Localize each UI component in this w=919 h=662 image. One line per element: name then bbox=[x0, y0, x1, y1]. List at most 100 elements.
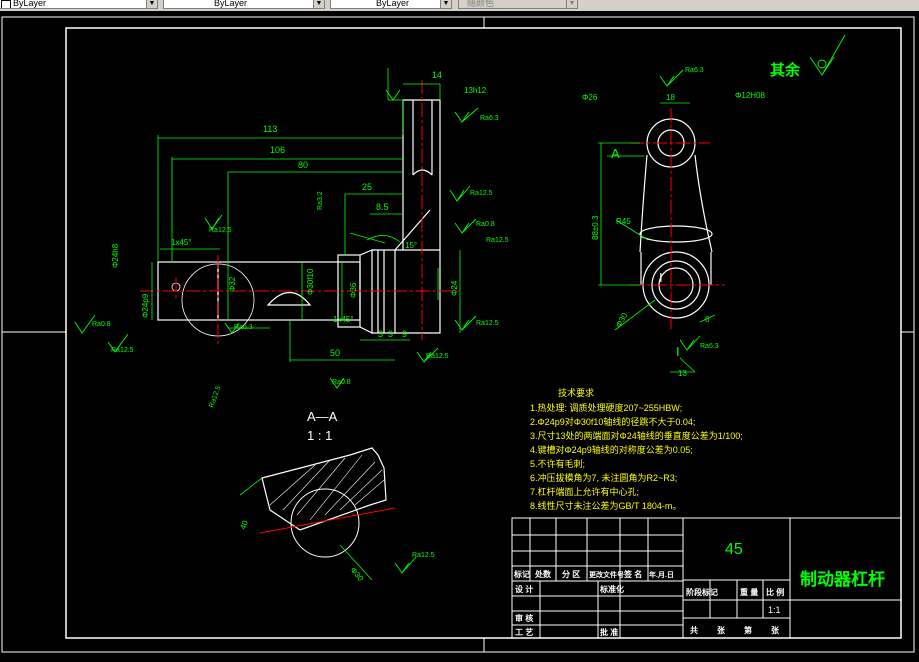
tech-note-8: 8.线性尺寸未注公差为GB/T 1804-m。 bbox=[530, 500, 681, 511]
roughness-other-label: 其余 bbox=[770, 61, 801, 79]
layer-dropdown-value: ByLayer bbox=[13, 0, 47, 8]
dim-88: 88±0.3 bbox=[591, 215, 600, 240]
dim-1x45-b: 1x45° bbox=[333, 315, 354, 324]
dim-106: 106 bbox=[270, 145, 285, 155]
header-stage: 阶段标记 bbox=[686, 587, 718, 597]
dim-phi12h08: Φ12H08 bbox=[735, 91, 766, 100]
dim-3b: 3 bbox=[388, 329, 393, 339]
dim-15-deg: 15° bbox=[405, 241, 417, 250]
section-a-a: A—A 1 : 1 40 Φ30 bbox=[238, 409, 396, 583]
drawing-canvas[interactable]: 113 106 80 25 8.5 14 13h12 50 3 3 9 1x45… bbox=[0, 11, 919, 657]
tech-notes: 技术要求 1.热处理: 调质处理硬度207~255HBW; 2.Φ24p9对Φ3… bbox=[530, 387, 743, 511]
tech-note-1: 1.热处理: 调质处理硬度207~255HBW; bbox=[530, 402, 682, 413]
plotstyle-dropdown[interactable]: 随颜色 ▼ bbox=[458, 0, 578, 9]
dim-phi32: Φ32 bbox=[228, 276, 237, 292]
chevron-down-icon[interactable]: ▼ bbox=[146, 0, 157, 8]
dim-80: 80 bbox=[298, 160, 308, 170]
tech-note-6: 6.冲压拔模角为7, 未注圆角为R2~R3; bbox=[530, 472, 677, 483]
ra-6-3-c: Ra6.3 bbox=[685, 67, 704, 74]
header-weight: 重 量 bbox=[740, 587, 758, 597]
linetype-dropdown-value: ByLayer bbox=[214, 0, 248, 8]
part-name: 制动器杠杆 bbox=[800, 569, 885, 589]
dim-25: 25 bbox=[362, 182, 372, 192]
dim-section-40: 40 bbox=[238, 519, 250, 531]
layer-dropdown[interactable]: ByLayer ▼ bbox=[0, 0, 158, 9]
header-docno: 更改文件号 bbox=[589, 570, 624, 579]
header-zone: 分 区 bbox=[562, 569, 580, 579]
centering-marks bbox=[2, 17, 914, 652]
tech-note-7: 7.杠杆端面上允许有中心孔; bbox=[530, 486, 639, 497]
ra-12-5-c: Ra12.5 bbox=[470, 190, 493, 197]
footer-sheet: 张 bbox=[771, 626, 780, 635]
dim-50: 50 bbox=[330, 348, 340, 358]
front-view: 113 106 80 25 8.5 14 13h12 50 3 3 9 1x45… bbox=[111, 68, 487, 362]
lineweight-dropdown[interactable]: ByLayer ▼ bbox=[330, 0, 452, 9]
dim-phi30: Φ30 bbox=[614, 311, 630, 329]
dim-phi24p9: Φ24p9 bbox=[141, 293, 150, 318]
ra-6-3-d: Ra6.3 bbox=[700, 343, 719, 350]
tech-note-3: 3.尺寸13处的两端面对Φ24轴线的垂直度公差为1/100; bbox=[530, 430, 743, 441]
ra-0-8-b: Ra0.8 bbox=[476, 221, 495, 228]
plotstyle-dropdown-value: 随颜色 bbox=[467, 0, 495, 8]
ra-3-2: Ra3.2 bbox=[317, 191, 324, 210]
header-date: 年.月.日 bbox=[649, 570, 674, 579]
chevron-down-icon[interactable]: ▼ bbox=[440, 0, 451, 8]
scale-value: 1:1 bbox=[768, 605, 781, 615]
chevron-down-icon[interactable]: ▼ bbox=[313, 0, 324, 8]
dim-13h12: 13h12 bbox=[464, 86, 487, 95]
footer-sheets: 张 bbox=[717, 626, 726, 635]
ra-0-8-a: Ra0.8 bbox=[92, 321, 111, 328]
ra-12-5-a: Ra12.5 bbox=[111, 347, 134, 354]
header-std: 标准化 bbox=[599, 584, 624, 594]
header-count: 处数 bbox=[534, 569, 552, 579]
outer-frame bbox=[1, 16, 915, 653]
footer-total: 共 bbox=[690, 625, 698, 635]
header-approve: 批 准 bbox=[600, 627, 618, 637]
header-process: 工 艺 bbox=[515, 627, 533, 637]
header-sign: 签 名 bbox=[623, 569, 642, 579]
ra-12-5-g: Ra12.5 bbox=[412, 552, 435, 559]
header-marking: 标记 bbox=[513, 569, 530, 579]
side-view: 18 Φ26 Φ12H08 88±0.3 R45 6 13 Φ30 A I I bbox=[582, 91, 766, 378]
ra-12-5-e: Ra12.5 bbox=[476, 320, 499, 327]
cad-drawing: 113 106 80 25 8.5 14 13h12 50 3 3 9 1x45… bbox=[1, 16, 915, 653]
dim-13: 13 bbox=[678, 369, 687, 378]
tech-note-2: 2.Φ24p9对Φ30f10轴线的径跳不大于0.04; bbox=[530, 416, 695, 427]
chevron-down-icon[interactable]: ▼ bbox=[566, 0, 577, 8]
header-design: 设 计 bbox=[515, 584, 533, 594]
ra-12-5-h: Ra12.5 bbox=[208, 385, 222, 409]
color-swatch-icon bbox=[1, 0, 11, 8]
dim-phi26: Φ26 bbox=[582, 93, 598, 102]
view-marker-a: A bbox=[611, 146, 620, 161]
section-label: A—A bbox=[307, 409, 338, 424]
ra-6-3-b: Ra6.3 bbox=[480, 115, 499, 122]
tech-note-4: 4.键槽对Φ24p9轴线的对称度公差为0.05; bbox=[530, 444, 693, 455]
dim-8-5: 8.5 bbox=[376, 202, 389, 212]
dim-6: 6 bbox=[705, 315, 710, 324]
ra-12-5-d: Ra12.5 bbox=[486, 237, 509, 244]
footer-page: 第 bbox=[744, 625, 752, 635]
dim-18: 18 bbox=[666, 93, 675, 102]
view-marker-i-arrow: I bbox=[676, 344, 680, 359]
section-scale: 1 : 1 bbox=[307, 428, 332, 443]
ra-12-5-f: Ra12.5 bbox=[426, 353, 449, 360]
lineweight-dropdown-value: ByLayer bbox=[376, 0, 410, 8]
dim-3a: 3 bbox=[378, 329, 383, 339]
dim-r45: R45 bbox=[616, 217, 631, 226]
ra-0-8-c: Ra0.8 bbox=[332, 379, 351, 386]
ra-6-3-a: Ra6.3 bbox=[234, 324, 253, 331]
ra-12-5-b: Ra12.5 bbox=[209, 227, 232, 234]
dim-14: 14 bbox=[432, 70, 442, 80]
view-marker-i: I bbox=[659, 270, 663, 285]
material-value: 45 bbox=[725, 541, 743, 558]
dim-phi24h8: Φ24h8 bbox=[111, 243, 120, 268]
dim-113: 113 bbox=[263, 124, 277, 134]
dim-phi30f10: Φ30f10 bbox=[306, 268, 315, 295]
tech-notes-title: 技术要求 bbox=[558, 387, 594, 398]
dim-phi36: Φ36 bbox=[349, 282, 358, 298]
dim-9: 9 bbox=[402, 329, 407, 339]
linetype-dropdown[interactable]: ByLayer ▼ bbox=[163, 0, 325, 9]
title-block: 45 制动器杠杆 1:1 标记 处数 分 区 更改文件号 签 名 年.月.日 设… bbox=[511, 517, 902, 639]
dim-1x45-a: 1x45° bbox=[171, 238, 192, 247]
tech-note-5: 5.不许有毛刺; bbox=[530, 458, 585, 469]
